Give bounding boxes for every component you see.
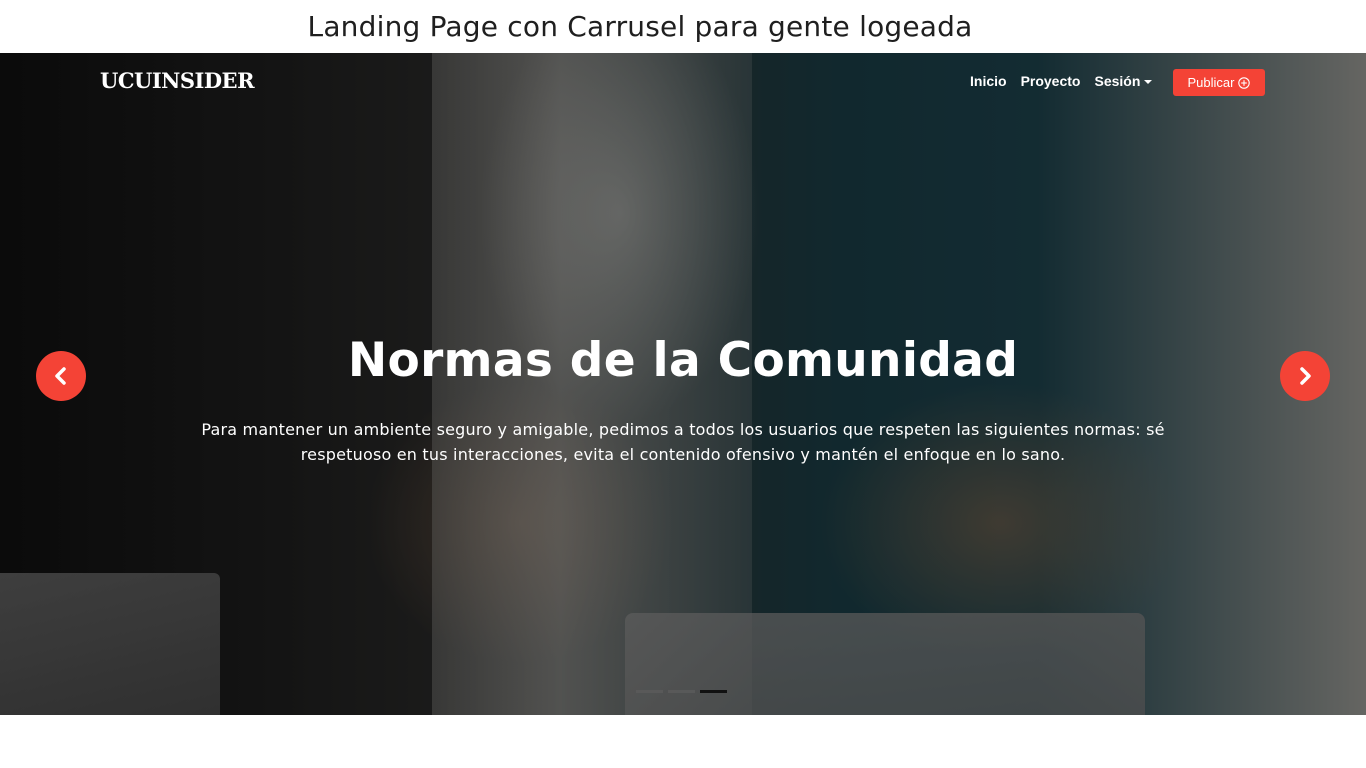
chevron-left-icon — [55, 367, 66, 385]
slide-text: Para mantener un ambiente seguro y amiga… — [201, 420, 1165, 464]
chevron-right-icon — [1300, 367, 1311, 385]
carousel-prev-button[interactable] — [36, 351, 86, 401]
carousel-indicator-active[interactable] — [700, 690, 727, 693]
carousel-indicator[interactable] — [636, 690, 663, 693]
page-caption: Landing Page con Carrusel para gente log… — [307, 10, 973, 43]
hero-carousel: UCUINSIDER Inicio Proyecto Sesión Public… — [0, 53, 1366, 715]
carousel-indicators — [636, 690, 727, 693]
carousel-next-button[interactable] — [1280, 351, 1330, 401]
carousel-indicator[interactable] — [668, 690, 695, 693]
carousel-slide: Normas de la Comunidad Para mantener un … — [0, 53, 1366, 715]
slide-title: Normas de la Comunidad — [347, 333, 1019, 388]
